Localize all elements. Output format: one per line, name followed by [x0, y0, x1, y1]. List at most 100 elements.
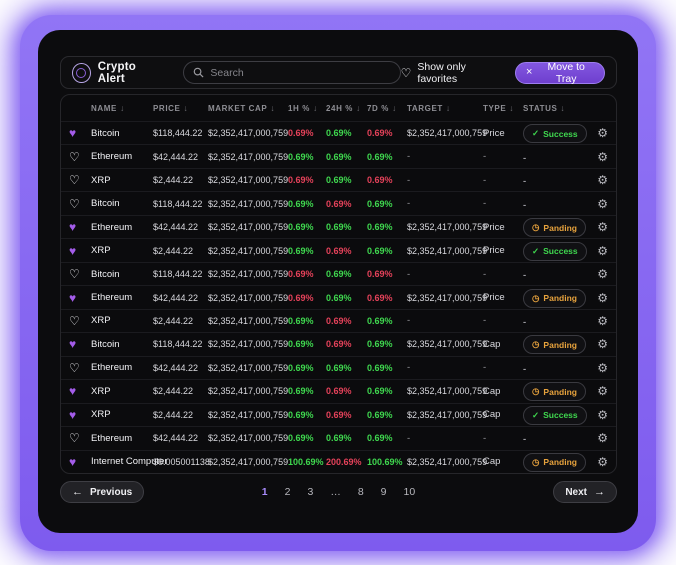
column-header-price[interactable]: PRICE↓ [153, 103, 208, 113]
favorite-heart-icon[interactable]: ♥ [69, 456, 91, 468]
change-24h: 0.69% [326, 269, 367, 279]
favorite-heart-icon[interactable]: ♡ [69, 174, 91, 186]
column-header-market-cap[interactable]: MARKET CAP↓ [208, 103, 288, 113]
column-header-name[interactable]: NAME↓ [91, 103, 153, 113]
target-value: - [407, 269, 483, 280]
target-value: $2,352,417,000,759 [407, 339, 483, 349]
column-header-target[interactable]: TARGET↓ [407, 103, 483, 113]
column-header-type[interactable]: TYPE↓ [483, 103, 523, 113]
table-row: ♡ Ethereum $42,444.22 $2,352,417,000,759… [61, 144, 616, 167]
target-value: - [407, 151, 483, 162]
coin-name: XRP [91, 386, 153, 397]
next-page-button[interactable]: Next → [553, 481, 617, 503]
search-input[interactable] [210, 67, 390, 79]
status-badge: ◷Panding [523, 453, 586, 472]
gear-icon[interactable]: ⚙ [597, 361, 608, 375]
market-cap: $2,352,417,000,759 [208, 386, 288, 396]
gear-icon[interactable]: ⚙ [597, 244, 608, 258]
change-24h: 0.69% [326, 293, 367, 303]
table-row: ♡ XRP $2,444.22 $2,352,417,000,759 0.69%… [61, 168, 616, 191]
favorite-heart-icon[interactable]: ♡ [69, 362, 91, 374]
favorites-toggle-label: Show only favorites [417, 61, 501, 85]
gear-icon[interactable]: ⚙ [597, 384, 608, 398]
coin-name: Ethereum [91, 433, 153, 444]
status-cell: - [523, 312, 579, 330]
table-row: ♥ Ethereum $42,444.22 $2,352,417,000,759… [61, 215, 616, 238]
change-1h: 0.69% [288, 199, 326, 209]
change-1h: 0.69% [288, 246, 326, 256]
favorite-heart-icon[interactable]: ♥ [69, 292, 91, 304]
favorite-heart-icon[interactable]: ♡ [69, 198, 91, 210]
page-2[interactable]: 2 [285, 486, 291, 498]
favorite-heart-icon[interactable]: ♥ [69, 409, 91, 421]
clock-icon: ◷ [532, 339, 539, 350]
favorite-heart-icon[interactable]: ♥ [69, 245, 91, 257]
gear-icon[interactable]: ⚙ [597, 291, 608, 305]
gear-icon[interactable]: ⚙ [597, 150, 608, 164]
gear-icon[interactable]: ⚙ [597, 314, 608, 328]
gear-icon[interactable]: ⚙ [597, 408, 608, 422]
gear-icon[interactable]: ⚙ [597, 220, 608, 234]
check-icon: ✓ [532, 246, 539, 257]
favorite-heart-icon[interactable]: ♥ [69, 221, 91, 233]
column-header-1h-[interactable]: 1H %↓ [288, 103, 326, 113]
column-header-24h-[interactable]: 24H %↓ [326, 103, 367, 113]
market-cap: $2,352,417,000,759 [208, 433, 288, 443]
column-header-7d-[interactable]: 7D %↓ [367, 103, 407, 113]
change-24h: 0.69% [326, 339, 367, 349]
sort-down-icon: ↓ [313, 103, 318, 113]
change-1h: 0.69% [288, 152, 326, 162]
change-1h: 100.69% [288, 457, 326, 467]
favorite-heart-icon[interactable]: ♥ [69, 385, 91, 397]
page-8[interactable]: 8 [358, 486, 364, 498]
gear-icon[interactable]: ⚙ [597, 173, 608, 187]
coin-price: $2,444.22 [153, 246, 208, 256]
gear-icon[interactable]: ⚙ [597, 431, 608, 445]
column-header-status[interactable]: STATUS↓ [523, 103, 579, 113]
move-to-tray-button[interactable]: × Move to Tray [515, 62, 605, 84]
change-7d: 0.69% [367, 293, 407, 303]
favorite-heart-icon[interactable]: ♥ [69, 127, 91, 139]
gear-icon[interactable]: ⚙ [597, 197, 608, 211]
status-label: Panding [543, 223, 577, 233]
change-24h: 0.69% [326, 128, 367, 138]
search-box[interactable] [183, 61, 400, 84]
change-24h: 0.69% [326, 152, 367, 162]
clock-icon: ◷ [532, 222, 539, 233]
status-badge: ✓Success [523, 124, 587, 143]
page-3[interactable]: 3 [307, 486, 313, 498]
change-7d: 0.69% [367, 269, 407, 279]
favorite-heart-icon[interactable]: ♡ [69, 268, 91, 280]
alert-type: Price [483, 292, 523, 303]
favorite-heart-icon[interactable]: ♡ [69, 432, 91, 444]
coin-price: $0.005001138 [153, 457, 208, 467]
change-24h: 0.69% [326, 175, 367, 185]
change-24h: 0.69% [326, 316, 367, 326]
coin-name: Bitcoin [91, 128, 153, 139]
coin-name: Ethereum [91, 292, 153, 303]
page-10[interactable]: 10 [404, 486, 416, 498]
show-only-favorites-toggle[interactable]: ♡ Show only favorites [401, 61, 501, 85]
favorite-heart-icon[interactable]: ♡ [69, 315, 91, 327]
sort-down-icon: ↓ [509, 103, 514, 113]
status-cell: - [523, 148, 579, 166]
status-badge: - [523, 434, 526, 445]
gear-icon[interactable]: ⚙ [597, 337, 608, 351]
alerts-table: NAME↓PRICE↓MARKET CAP↓1H %↓24H %↓7D %↓TA… [60, 94, 617, 474]
previous-page-button[interactable]: ← Previous [60, 481, 144, 503]
favorite-heart-icon[interactable]: ♥ [69, 338, 91, 350]
status-badge: - [523, 317, 526, 328]
page-9[interactable]: 9 [381, 486, 387, 498]
target-value: $2,352,417,000,759 [407, 128, 483, 138]
favorite-heart-icon[interactable]: ♡ [69, 151, 91, 163]
coin-price: $2,444.22 [153, 316, 208, 326]
coin-price: $2,444.22 [153, 410, 208, 420]
gear-icon[interactable]: ⚙ [597, 267, 608, 281]
change-7d: 0.69% [367, 152, 407, 162]
target-value: $2,352,417,000,759 [407, 222, 483, 232]
change-1h: 0.69% [288, 293, 326, 303]
alert-type: Price [483, 245, 523, 256]
gear-icon[interactable]: ⚙ [597, 455, 608, 469]
gear-icon[interactable]: ⚙ [597, 126, 608, 140]
page-1[interactable]: 1 [262, 486, 268, 498]
